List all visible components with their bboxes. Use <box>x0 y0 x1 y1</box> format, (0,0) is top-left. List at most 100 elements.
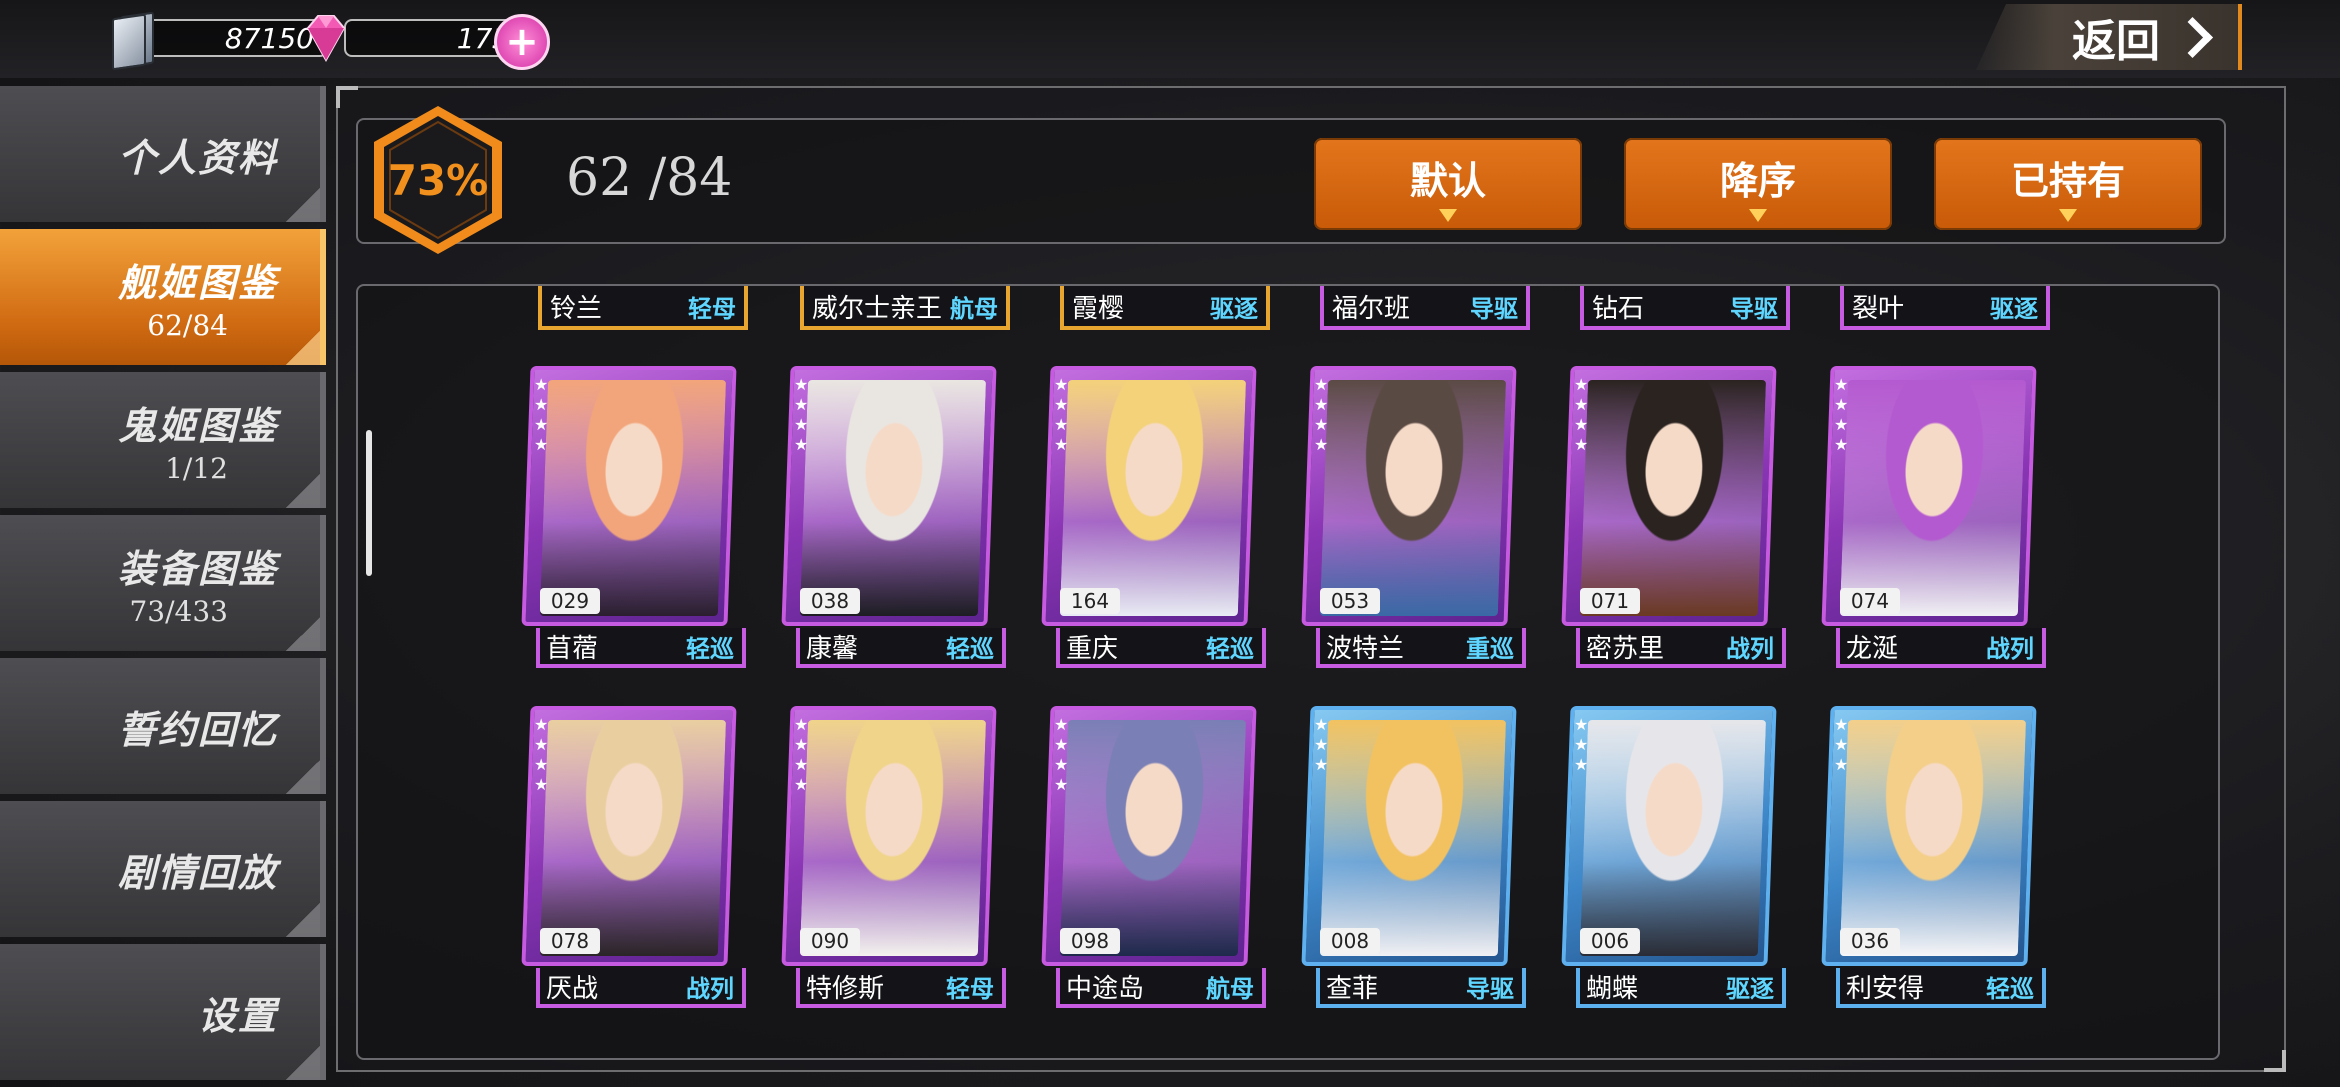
sidebar-item-label: 誓约回忆 <box>117 706 278 752</box>
sidebar-item-oath-memories[interactable]: 誓约回忆 <box>0 658 326 794</box>
sidebar-item-settings[interactable]: 设置 <box>0 944 326 1080</box>
ship-card[interactable]: ★ ★ ★ ★ 071 密苏里 战列 <box>1561 366 1786 676</box>
ship-portrait <box>1319 720 1507 956</box>
ship-type: 轻巡 <box>686 634 734 663</box>
ship-name: 霞樱 <box>1072 293 1125 324</box>
ship-portrait <box>539 720 727 956</box>
card-frame <box>521 366 737 626</box>
filter-owned-button[interactable]: 已持有 <box>1934 138 2202 230</box>
card-frame <box>1821 366 2037 626</box>
ship-id: 008 <box>1320 928 1380 954</box>
sidebar-item-oni-gallery[interactable]: 鬼姬图鉴 1/12 <box>0 372 326 508</box>
ship-card[interactable]: ★ ★ ★ ★ 053 波特兰 重巡 <box>1301 366 1526 676</box>
add-gems-button[interactable]: + <box>494 14 550 70</box>
ship-card[interactable]: ★ ★ ★ ★ 164 重庆 轻巡 <box>1041 366 1266 676</box>
card-name-bar: 中途岛 航母 <box>1056 968 1266 1008</box>
ship-id: 098 <box>1060 928 1120 954</box>
rarity-stars: ★ ★ ★ ★ <box>1054 375 1069 454</box>
ship-name: 特修斯 <box>806 973 885 1004</box>
sort-order-button[interactable]: 降序 <box>1624 138 1892 230</box>
rarity-stars: ★ ★ ★ ★ <box>794 715 809 794</box>
rarity-stars: ★ ★ ★ <box>1834 715 1849 774</box>
sidebar: 个人资料 舰姬图鉴 62/84 鬼姬图鉴 1/12 装备图鉴 73/433 誓约… <box>0 86 326 1087</box>
rarity-stars: ★ ★ ★ ★ <box>794 375 809 454</box>
card-name-bar: 重庆 轻巡 <box>1056 628 1266 668</box>
ship-type: 战列 <box>686 974 734 1003</box>
ship-name: 波特兰 <box>1326 633 1405 664</box>
ship-card[interactable]: ★ ★ ★ ★ 078 厌战 战列 <box>521 706 746 1016</box>
ship-id: 006 <box>1580 928 1640 954</box>
card-name-bar[interactable]: 钻石 导驱 <box>1580 286 1790 330</box>
card-name-bar[interactable]: 裂叶 驱逐 <box>1840 286 2050 330</box>
dropdown-arrow-icon <box>1439 209 1457 222</box>
ship-portrait <box>1839 720 2027 956</box>
sidebar-item-label: 舰姬图鉴 <box>117 260 278 305</box>
rarity-stars: ★ ★ ★ ★ <box>1314 375 1329 454</box>
ship-type: 导驱 <box>1470 294 1518 323</box>
ship-type: 轻巡 <box>1206 634 1254 663</box>
sidebar-item-equipment-gallery[interactable]: 装备图鉴 73/433 <box>0 515 326 651</box>
sidebar-item-profile[interactable]: 个人资料 <box>0 86 326 222</box>
ship-portrait <box>1579 720 1767 956</box>
card-name-bar: 波特兰 重巡 <box>1316 628 1526 668</box>
chevron-right-icon <box>2174 17 2214 57</box>
card-frame <box>1561 366 1777 626</box>
ship-name: 铃兰 <box>550 293 603 324</box>
ship-type: 航母 <box>1206 974 1254 1003</box>
ship-type: 导驱 <box>1730 294 1778 323</box>
plus-icon: + <box>505 19 539 65</box>
sidebar-item-ship-gallery[interactable]: 舰姬图鉴 62/84 <box>0 229 326 365</box>
ship-card[interactable]: ★ ★ ★ ★ 074 龙涎 战列 <box>1821 366 2046 676</box>
ship-id: 053 <box>1320 588 1380 614</box>
ship-name: 中途岛 <box>1066 973 1145 1004</box>
card-name-bar[interactable]: 霞樱 驱逐 <box>1060 286 1270 330</box>
ship-card[interactable]: ★ ★ ★ 008 查菲 导驱 <box>1301 706 1526 1016</box>
ship-id: 029 <box>540 588 600 614</box>
ship-type: 航母 <box>950 294 998 323</box>
card-name-bar[interactable]: 福尔班 导驱 <box>1320 286 1530 330</box>
ship-type: 驱逐 <box>1726 974 1774 1003</box>
ship-type: 轻巡 <box>1986 974 2034 1003</box>
ship-card[interactable]: ★ ★ ★ ★ 029 苜蓿 轻巡 <box>521 366 746 676</box>
ship-name: 查菲 <box>1326 973 1379 1004</box>
sidebar-item-story-replay[interactable]: 剧情回放 <box>0 801 326 937</box>
ship-card[interactable]: ★ ★ ★ ★ 090 特修斯 轻母 <box>781 706 1006 1016</box>
ship-portrait <box>1059 380 1247 616</box>
back-button[interactable]: 返回 <box>1976 4 2242 70</box>
card-frame <box>1301 366 1517 626</box>
ticket-currency: 87150 <box>108 11 328 71</box>
ship-card[interactable]: ★ ★ ★ ★ 098 中途岛 航母 <box>1041 706 1266 1016</box>
grid-scrollbar[interactable] <box>366 430 372 576</box>
ship-id: 164 <box>1060 588 1120 614</box>
ship-id: 090 <box>800 928 860 954</box>
sidebar-item-label: 个人资料 <box>117 134 278 180</box>
card-name-bar[interactable]: 威尔士亲王 航母 <box>800 286 1010 330</box>
sort-default-button[interactable]: 默认 <box>1314 138 1582 230</box>
card-name-bar: 利安得 轻巡 <box>1836 968 2046 1008</box>
sort-default-label: 默认 <box>1409 157 1486 203</box>
sidebar-item-count: 62/84 <box>147 309 228 342</box>
card-name-bar[interactable]: 铃兰 轻母 <box>538 286 748 330</box>
card-frame <box>781 366 997 626</box>
filter-owned-label: 已持有 <box>2010 157 2125 203</box>
card-frame <box>1041 706 1257 966</box>
sort-order-label: 降序 <box>1719 157 1796 203</box>
dropdown-arrow-icon <box>1749 209 1767 222</box>
ship-portrait <box>1059 720 1247 956</box>
ship-type: 重巡 <box>1466 634 1514 663</box>
diamond-icon <box>298 10 354 66</box>
ship-card[interactable]: ★ ★ ★ ★ 038 康馨 轻巡 <box>781 366 1006 676</box>
ship-name: 厌战 <box>546 973 599 1004</box>
ship-id: 038 <box>800 588 860 614</box>
ship-card[interactable]: ★ ★ ★ 006 蝴蝶 驱逐 <box>1561 706 1786 1016</box>
ship-id: 078 <box>540 928 600 954</box>
ship-name: 威尔士亲王 <box>812 293 943 324</box>
ship-card[interactable]: ★ ★ ★ 036 利安得 轻巡 <box>1821 706 2046 1016</box>
rarity-stars: ★ ★ ★ ★ <box>534 375 549 454</box>
card-name-bar: 厌战 战列 <box>536 968 746 1008</box>
ship-name: 裂叶 <box>1852 293 1905 324</box>
rarity-stars: ★ ★ ★ ★ <box>1834 375 1849 454</box>
ship-name: 密苏里 <box>1586 633 1665 664</box>
rarity-stars: ★ ★ ★ <box>1314 715 1329 774</box>
ship-name: 利安得 <box>1846 973 1925 1004</box>
